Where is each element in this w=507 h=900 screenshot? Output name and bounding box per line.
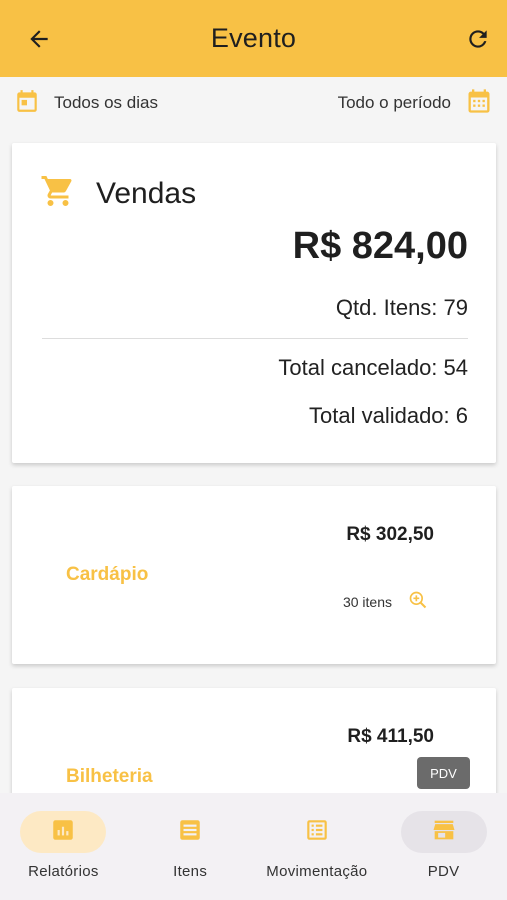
items-quantity: Qtd. Itens: 79 — [335, 295, 468, 320]
store-icon — [430, 816, 458, 849]
category-count-label: 30 itens — [342, 593, 392, 610]
days-filter-label: Todos os dias — [54, 93, 158, 112]
sales-label: Vendas — [96, 176, 197, 210]
sales-total: R$ 824,00 — [292, 225, 468, 267]
nav-label: Relatórios — [28, 863, 99, 880]
list-icon — [177, 817, 203, 848]
report-chart-icon — [50, 817, 76, 848]
cart-icon — [40, 173, 76, 214]
total-validated: Total validado: 6 — [309, 403, 468, 428]
calendar-month-icon — [465, 87, 493, 120]
nav-pill — [20, 811, 107, 853]
nav-pill — [274, 811, 360, 853]
nav-label: Itens — [173, 863, 208, 880]
arrow-left-icon[interactable] — [22, 22, 56, 56]
app-bar: Evento — [0, 0, 507, 77]
period-filter-label: Todo o período — [337, 93, 451, 112]
calendar-day-icon — [14, 88, 40, 119]
nav-pill — [400, 811, 487, 853]
page-title: Evento — [210, 23, 297, 53]
zoom-in-icon[interactable] — [408, 590, 428, 613]
nav-pill — [147, 811, 233, 853]
nav-item-itens[interactable]: Itens — [127, 811, 253, 880]
nav-item-movimentacao[interactable]: Movimentação — [254, 811, 380, 880]
days-filter[interactable]: Todos os dias — [14, 88, 158, 119]
nav-label: Movimentação — [266, 863, 368, 880]
sales-header: Vendas — [40, 173, 196, 214]
category-price: R$ 302,50 — [346, 524, 434, 545]
nav-item-relatorios[interactable]: Relatórios — [0, 811, 126, 880]
category-price: R$ 411,50 — [347, 726, 434, 747]
sales-summary-card: Vendas R$ 824,00 Qtd. Itens: 79 Total ca… — [12, 143, 496, 463]
divider — [42, 338, 468, 339]
period-filter[interactable]: Todo o período — [338, 87, 493, 120]
category-count: 30 itens — [343, 590, 428, 613]
refresh-icon[interactable] — [461, 22, 495, 56]
category-name: Bilheteria — [66, 766, 153, 787]
bottom-navigation: Relatórios Itens Movimentação PDV — [0, 793, 507, 900]
pdv-tooltip: PDV — [417, 757, 470, 789]
nav-label: PDV — [427, 863, 460, 880]
filters-row: Todos os dias Todo o período — [0, 77, 507, 129]
total-cancelled: Total cancelado: 54 — [278, 355, 468, 380]
nav-item-pdv[interactable]: PDV — [381, 811, 507, 880]
category-name: Cardápio — [66, 564, 149, 585]
category-card-cardapio[interactable]: Cardápio R$ 302,50 30 itens — [12, 486, 496, 664]
list-alt-icon — [304, 817, 330, 848]
